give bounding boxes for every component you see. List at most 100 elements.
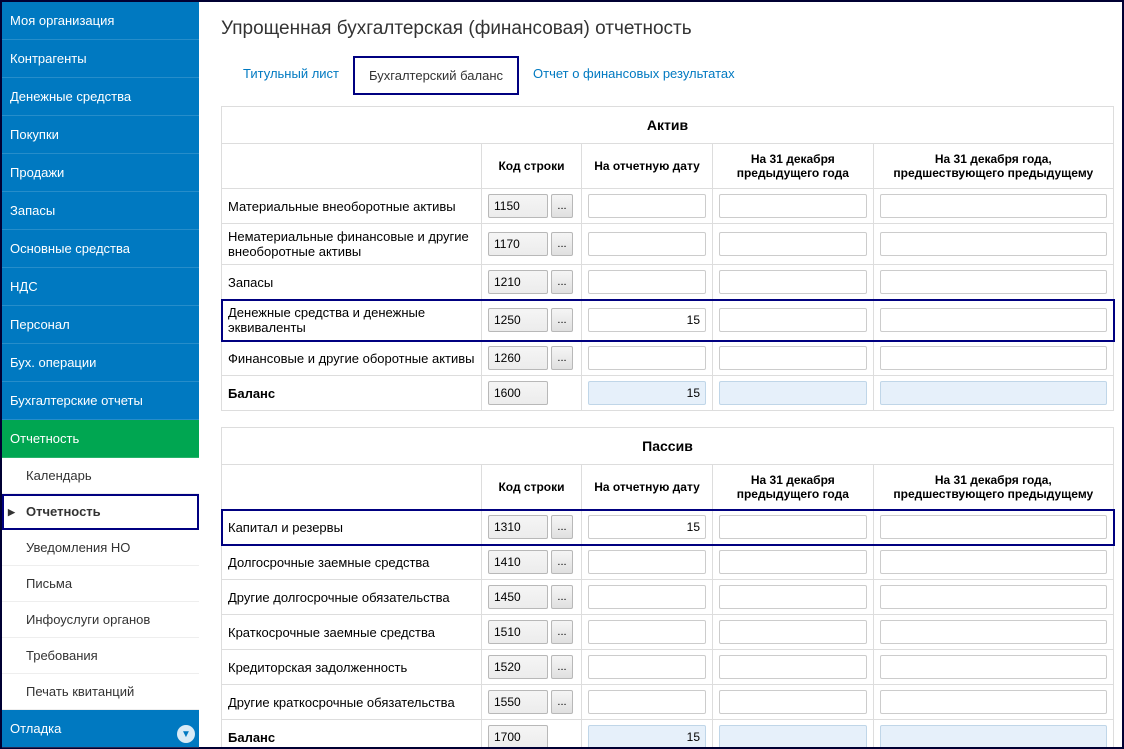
code-picker-button[interactable]: ... (551, 346, 573, 370)
value-input[interactable] (719, 194, 867, 218)
tabs: Титульный лист Бухгалтерский баланс Отче… (199, 56, 1122, 96)
value-input[interactable] (588, 308, 706, 332)
value-input[interactable] (880, 270, 1107, 294)
sidebar-sub-item[interactable]: Отчетность (2, 494, 199, 530)
value-input[interactable] (880, 381, 1107, 405)
value-input[interactable] (880, 690, 1107, 714)
table-row: Баланс (222, 720, 1114, 748)
code-picker-button[interactable]: ... (551, 550, 573, 574)
code-picker-button[interactable]: ... (551, 690, 573, 714)
value-input[interactable] (719, 308, 867, 332)
sidebar-item[interactable]: НДС (2, 268, 199, 306)
code-picker-button[interactable]: ... (551, 194, 573, 218)
code-input[interactable] (488, 515, 548, 539)
sidebar-sub-item[interactable]: Письма (2, 566, 199, 602)
value-input[interactable] (719, 550, 867, 574)
sidebar-sub-item[interactable]: Требования (2, 638, 199, 674)
table-row: Долгосрочные заемные средства... (222, 545, 1114, 580)
value-input[interactable] (719, 381, 867, 405)
value-input[interactable] (588, 194, 706, 218)
code-picker-button[interactable]: ... (551, 308, 573, 332)
value-input[interactable] (719, 690, 867, 714)
code-picker-button[interactable]: ... (551, 620, 573, 644)
sidebar-sub-item[interactable]: Печать квитанций (2, 674, 199, 710)
sidebar-item[interactable]: Запасы (2, 192, 199, 230)
value-input[interactable] (588, 346, 706, 370)
value-input[interactable] (588, 585, 706, 609)
scroll-down-icon[interactable]: ▼ (177, 725, 195, 743)
value-input[interactable] (588, 232, 706, 256)
tab-title-page[interactable]: Титульный лист (229, 56, 353, 95)
sidebar-item[interactable]: Основные средства (2, 230, 199, 268)
sidebar-item[interactable]: Денежные средства (2, 78, 199, 116)
row-label: Другие краткосрочные обязательства (222, 685, 482, 720)
value-input[interactable] (880, 725, 1107, 747)
value-input[interactable] (719, 515, 867, 539)
code-input[interactable] (488, 308, 548, 332)
code-input[interactable] (488, 270, 548, 294)
row-label: Денежные средства и денежные эквиваленты (222, 300, 482, 341)
code-input[interactable] (488, 381, 548, 405)
sidebar-item[interactable]: Покупки (2, 116, 199, 154)
value-input[interactable] (588, 270, 706, 294)
value-input[interactable] (880, 655, 1107, 679)
table-row: Финансовые и другие оборотные активы... (222, 341, 1114, 376)
code-input[interactable] (488, 620, 548, 644)
passiv-table: Пассив Код строки На отчетную дату На 31… (221, 427, 1114, 747)
code-input[interactable] (488, 194, 548, 218)
code-picker-button[interactable]: ... (551, 232, 573, 256)
sidebar-item[interactable]: Моя организация (2, 2, 199, 40)
value-input[interactable] (588, 550, 706, 574)
sidebar-item[interactable]: Отладка (2, 710, 199, 748)
sidebar-sub-item[interactable]: Инфоуслуги органов (2, 602, 199, 638)
code-input[interactable] (488, 725, 548, 747)
value-input[interactable] (880, 308, 1107, 332)
value-input[interactable] (719, 270, 867, 294)
code-input[interactable] (488, 655, 548, 679)
tab-fin-results[interactable]: Отчет о финансовых результатах (519, 56, 749, 95)
value-input[interactable] (588, 381, 706, 405)
value-input[interactable] (880, 620, 1107, 644)
value-input[interactable] (719, 585, 867, 609)
value-input[interactable] (880, 346, 1107, 370)
sidebar-item[interactable]: Контрагенты (2, 40, 199, 78)
sidebar-item[interactable]: Продажи (2, 154, 199, 192)
value-input[interactable] (880, 550, 1107, 574)
value-input[interactable] (880, 194, 1107, 218)
value-input[interactable] (880, 232, 1107, 256)
table-row: Запасы... (222, 265, 1114, 300)
value-input[interactable] (719, 232, 867, 256)
code-input[interactable] (488, 690, 548, 714)
code-picker-button[interactable]: ... (551, 515, 573, 539)
sidebar-sub-item[interactable]: Уведомления НО (2, 530, 199, 566)
table-row: Материальные внеоборотные активы... (222, 189, 1114, 224)
col-date: На отчетную дату (582, 465, 713, 510)
value-input[interactable] (588, 515, 706, 539)
value-input[interactable] (719, 346, 867, 370)
value-input[interactable] (588, 690, 706, 714)
code-picker-button[interactable]: ... (551, 585, 573, 609)
code-input[interactable] (488, 346, 548, 370)
value-input[interactable] (588, 620, 706, 644)
value-input[interactable] (880, 515, 1107, 539)
sidebar-item[interactable]: Бухгалтерские отчеты (2, 382, 199, 420)
value-input[interactable] (719, 620, 867, 644)
value-input[interactable] (719, 655, 867, 679)
sidebar-item[interactable]: Отчетность (2, 420, 199, 458)
sidebar-sub-item[interactable]: Календарь (2, 458, 199, 494)
table-row: Капитал и резервы... (222, 510, 1114, 545)
col-prev-prev: На 31 декабря года, предшествующего пред… (873, 465, 1113, 510)
value-input[interactable] (719, 725, 867, 747)
code-input[interactable] (488, 585, 548, 609)
sidebar-item[interactable]: Персонал (2, 306, 199, 344)
aktiv-table: Актив Код строки На отчетную дату На 31 … (221, 106, 1114, 411)
code-input[interactable] (488, 232, 548, 256)
value-input[interactable] (880, 585, 1107, 609)
value-input[interactable] (588, 725, 706, 747)
value-input[interactable] (588, 655, 706, 679)
code-picker-button[interactable]: ... (551, 655, 573, 679)
code-input[interactable] (488, 550, 548, 574)
code-picker-button[interactable]: ... (551, 270, 573, 294)
tab-balance[interactable]: Бухгалтерский баланс (353, 56, 519, 95)
sidebar-item[interactable]: Бух. операции (2, 344, 199, 382)
